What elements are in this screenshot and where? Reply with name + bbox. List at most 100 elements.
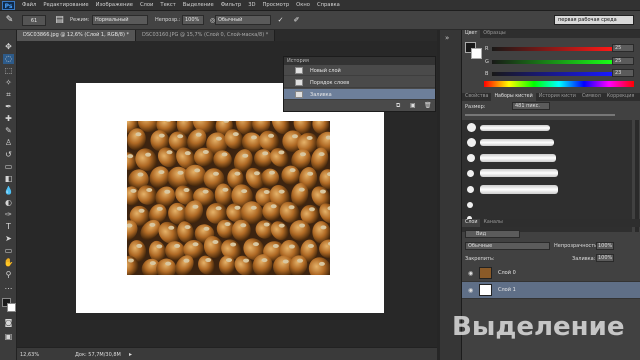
brush-stroke-preview[interactable] bbox=[480, 169, 558, 177]
pressure-size-icon[interactable]: ✐ bbox=[291, 15, 302, 26]
brush-tip-preview[interactable] bbox=[467, 186, 474, 193]
tab-brush-history[interactable]: История кисти bbox=[536, 93, 579, 101]
brush-tip-preview[interactable] bbox=[467, 138, 476, 147]
doc-size: Док: 57,7M/30,8M bbox=[75, 352, 121, 358]
crop-tool-icon[interactable]: ⌗ bbox=[3, 90, 14, 100]
hazelnut-tip bbox=[318, 152, 325, 157]
menu-file[interactable]: Файл bbox=[22, 2, 36, 8]
document-tab[interactable]: DSC03160.JPG @ 15,7% (Слой 0, Слой-маска… bbox=[135, 30, 276, 41]
blue-slider[interactable] bbox=[492, 72, 612, 76]
blue-value[interactable]: 23 bbox=[612, 69, 634, 77]
eye-icon[interactable]: ◉ bbox=[468, 270, 473, 277]
brush-tip-preview[interactable] bbox=[467, 123, 476, 132]
brush-tip-preview[interactable] bbox=[467, 170, 474, 177]
zoom-level[interactable]: 12,63% bbox=[20, 352, 39, 358]
brush-stroke-preview[interactable] bbox=[480, 139, 554, 146]
workspace-select[interactable]: первая рабочая среда bbox=[554, 15, 634, 25]
hazelnut-tip bbox=[307, 243, 314, 248]
history-item-selected[interactable]: Заливка bbox=[284, 89, 435, 100]
lasso-tool-icon[interactable]: ◌ bbox=[3, 54, 14, 64]
green-slider[interactable] bbox=[492, 60, 612, 64]
type-tool-icon[interactable]: T bbox=[3, 222, 14, 232]
brush-tip-preview[interactable] bbox=[467, 202, 473, 208]
eyedropper-tool-icon[interactable]: ✒ bbox=[3, 102, 14, 112]
healing-tool-icon[interactable]: ✚ bbox=[3, 114, 14, 124]
menu-edit[interactable]: Редактирование bbox=[43, 2, 88, 8]
history-brush-tool-icon[interactable]: ↺ bbox=[3, 150, 14, 160]
quick-mask-icon[interactable]: ◙ bbox=[3, 318, 14, 328]
eye-icon[interactable]: ◉ bbox=[468, 287, 473, 294]
brush-stroke-preview[interactable] bbox=[480, 125, 550, 131]
color-spectrum-ramp[interactable] bbox=[484, 81, 634, 87]
background-color-swatch[interactable] bbox=[7, 303, 16, 312]
blend-mode-select[interactable]: Обычные bbox=[465, 242, 550, 250]
history-item[interactable]: Порядок слоев bbox=[284, 77, 435, 88]
layer-fill-field[interactable]: 100% bbox=[596, 254, 614, 262]
marquee-tool-icon[interactable]: ⬚ bbox=[3, 66, 14, 76]
brush-panel-toggle-icon[interactable]: ▤ bbox=[54, 15, 65, 26]
history-item[interactable]: Новый слой bbox=[284, 65, 435, 76]
menu-type[interactable]: Текст bbox=[160, 2, 175, 8]
dodge-tool-icon[interactable]: ◐ bbox=[3, 198, 14, 208]
magic-wand-tool-icon[interactable]: ✧ bbox=[3, 78, 14, 88]
brush-size-slider[interactable] bbox=[465, 114, 615, 116]
red-value[interactable]: 25 bbox=[612, 44, 634, 52]
brush-tool-icon[interactable]: ✎ bbox=[4, 15, 15, 26]
red-slider[interactable] bbox=[492, 47, 612, 51]
status-arrow-icon[interactable]: ▸ bbox=[129, 351, 132, 358]
gradient-tool-icon[interactable]: ◧ bbox=[3, 174, 14, 184]
history-panel-title: История bbox=[284, 57, 435, 65]
tab-color[interactable]: Цвет bbox=[462, 30, 481, 38]
menu-layers[interactable]: Слои bbox=[140, 2, 153, 8]
more-tools-icon[interactable]: … bbox=[3, 282, 14, 292]
menu-window[interactable]: Окно bbox=[296, 2, 310, 8]
zoom-tool-icon[interactable]: ⚲ bbox=[3, 270, 14, 280]
document-tab[interactable]: DSC03866.jpg @ 12,6% (Слой 1, RGB/8) * bbox=[17, 30, 136, 41]
menu-help[interactable]: Справка bbox=[317, 2, 340, 8]
move-tool-icon[interactable]: ✥ bbox=[3, 42, 14, 52]
menu-filter[interactable]: Фильтр bbox=[221, 2, 242, 8]
tab-properties[interactable]: Свойства bbox=[462, 93, 491, 101]
tab-adjustments[interactable]: Коррекция bbox=[604, 93, 638, 101]
airbrush-icon[interactable]: ✓ bbox=[275, 15, 286, 26]
pen-tool-icon[interactable]: ✑ bbox=[3, 210, 14, 220]
clone-stamp-tool-icon[interactable]: ♙ bbox=[3, 138, 14, 148]
brush-stroke-preview[interactable] bbox=[480, 185, 558, 194]
brush-tool-icon[interactable]: ✎ bbox=[3, 126, 14, 136]
trash-icon[interactable]: 🗑 bbox=[424, 102, 432, 109]
layer-row[interactable]: ◉ Слой 0 bbox=[462, 265, 640, 282]
eraser-tool-icon[interactable]: ▭ bbox=[3, 162, 14, 172]
layer-filter-select[interactable]: Вид bbox=[465, 230, 520, 238]
tab-character[interactable]: Символ bbox=[579, 93, 604, 101]
tab-swatches[interactable]: Образцы bbox=[480, 30, 508, 38]
layer-opacity-field[interactable]: 100% bbox=[596, 242, 614, 250]
path-selection-tool-icon[interactable]: ➤ bbox=[3, 234, 14, 244]
new-snapshot-icon[interactable]: ⧉ bbox=[396, 102, 400, 110]
shape-tool-icon[interactable]: ▭ bbox=[3, 246, 14, 256]
tab-brush-presets[interactable]: Наборы кистей bbox=[491, 93, 536, 101]
opacity-field[interactable]: 100% bbox=[182, 15, 204, 25]
tab-layers[interactable]: Слои bbox=[462, 219, 481, 227]
camera-icon[interactable]: ▣ bbox=[410, 102, 416, 109]
tab-channels[interactable]: Каналы bbox=[480, 219, 505, 227]
blur-tool-icon[interactable]: 💧 bbox=[3, 186, 14, 196]
brush-stroke-preview[interactable] bbox=[480, 154, 556, 162]
brush-list-scrollbar[interactable] bbox=[635, 120, 639, 232]
green-value[interactable]: 25 bbox=[612, 57, 634, 65]
menu-view[interactable]: Просмотр bbox=[263, 2, 290, 8]
brush-size-field[interactable]: 481 пикс. bbox=[512, 102, 550, 110]
background-color-swatch[interactable] bbox=[471, 48, 482, 59]
hazelnut-tip bbox=[250, 135, 257, 140]
menu-select[interactable]: Выделение bbox=[183, 2, 214, 8]
hand-tool-icon[interactable]: ✋ bbox=[3, 258, 14, 268]
collapse-icon[interactable]: » bbox=[445, 34, 449, 42]
brush-tip-preview[interactable] bbox=[467, 154, 475, 162]
mode-select[interactable]: Нормальный bbox=[92, 15, 148, 25]
hazelnut-tip bbox=[177, 170, 184, 175]
screen-mode-icon[interactable]: ▣ bbox=[3, 332, 14, 342]
flow-select[interactable]: Обычный bbox=[215, 15, 271, 25]
brush-preset-picker[interactable]: 61 bbox=[22, 15, 46, 26]
menu-3d[interactable]: 3D bbox=[248, 2, 255, 8]
menu-image[interactable]: Изображение bbox=[96, 2, 133, 8]
layer-row-selected[interactable]: ◉ Слой 1 bbox=[462, 282, 640, 299]
